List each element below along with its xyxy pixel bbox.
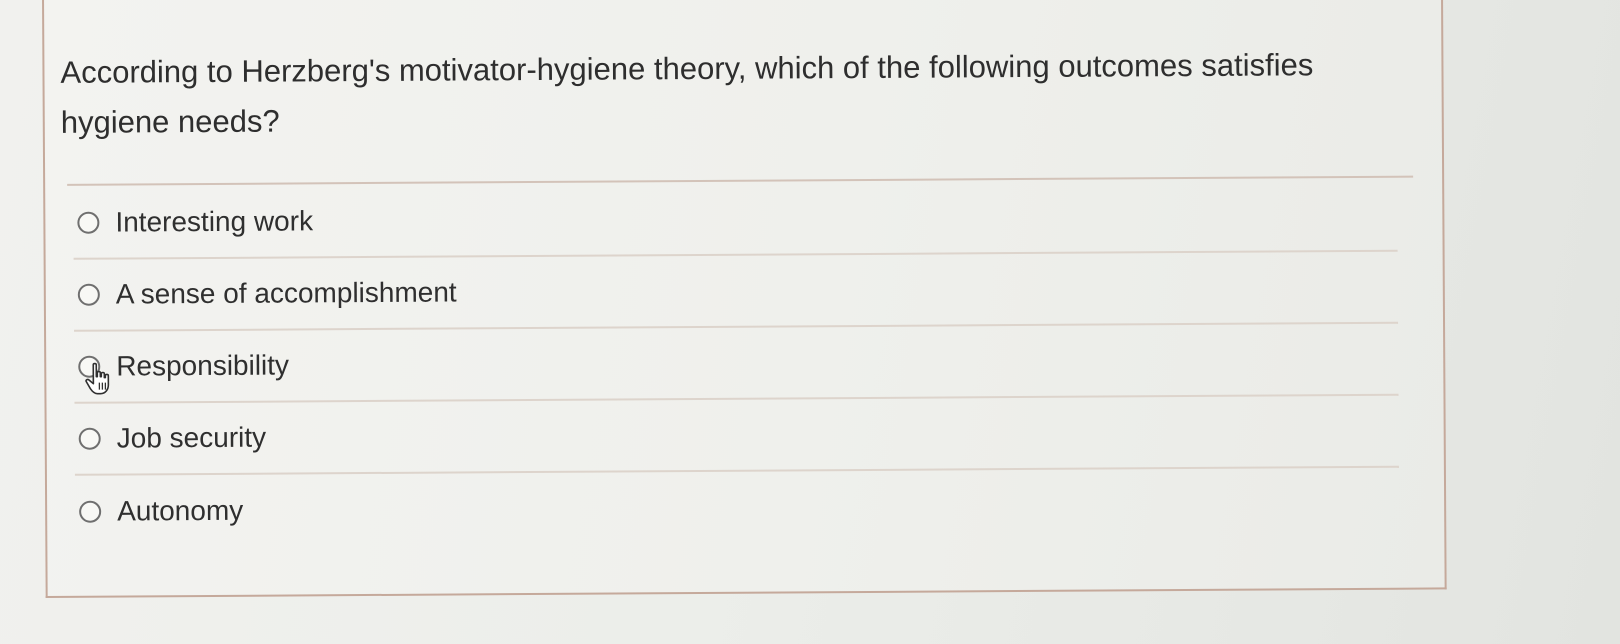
answer-option-autonomy[interactable]: Autonomy [75, 468, 1399, 548]
answer-option-responsibility[interactable]: Responsibility [74, 323, 1399, 404]
answer-label[interactable]: Interesting work [115, 205, 313, 238]
answer-label[interactable]: Job security [117, 422, 267, 455]
answer-options: Interesting work A sense of accomplishme… [73, 179, 1399, 548]
quiz-page: According to Herzberg's motivator-hygien… [0, 0, 1620, 644]
answer-option-interesting-work[interactable]: Interesting work [73, 179, 1398, 260]
answer-option-job-security[interactable]: Job security [74, 395, 1399, 476]
radio-unselected-icon[interactable] [79, 500, 102, 523]
radio-unselected-icon[interactable] [77, 283, 100, 306]
radio-unselected-icon[interactable] [77, 211, 100, 234]
question-card: According to Herzberg's motivator-hygien… [42, 0, 1447, 598]
question-text: According to Herzberg's motivator-hygien… [60, 47, 1314, 140]
answer-label[interactable]: A sense of accomplishment [116, 276, 457, 310]
answer-label[interactable]: Responsibility [116, 349, 289, 382]
hand-pointer-icon [85, 362, 110, 395]
answer-label[interactable]: Autonomy [117, 495, 243, 528]
radio-unselected-icon[interactable] [78, 427, 101, 450]
answer-option-sense-of-accomplishment[interactable]: A sense of accomplishment [73, 251, 1399, 332]
